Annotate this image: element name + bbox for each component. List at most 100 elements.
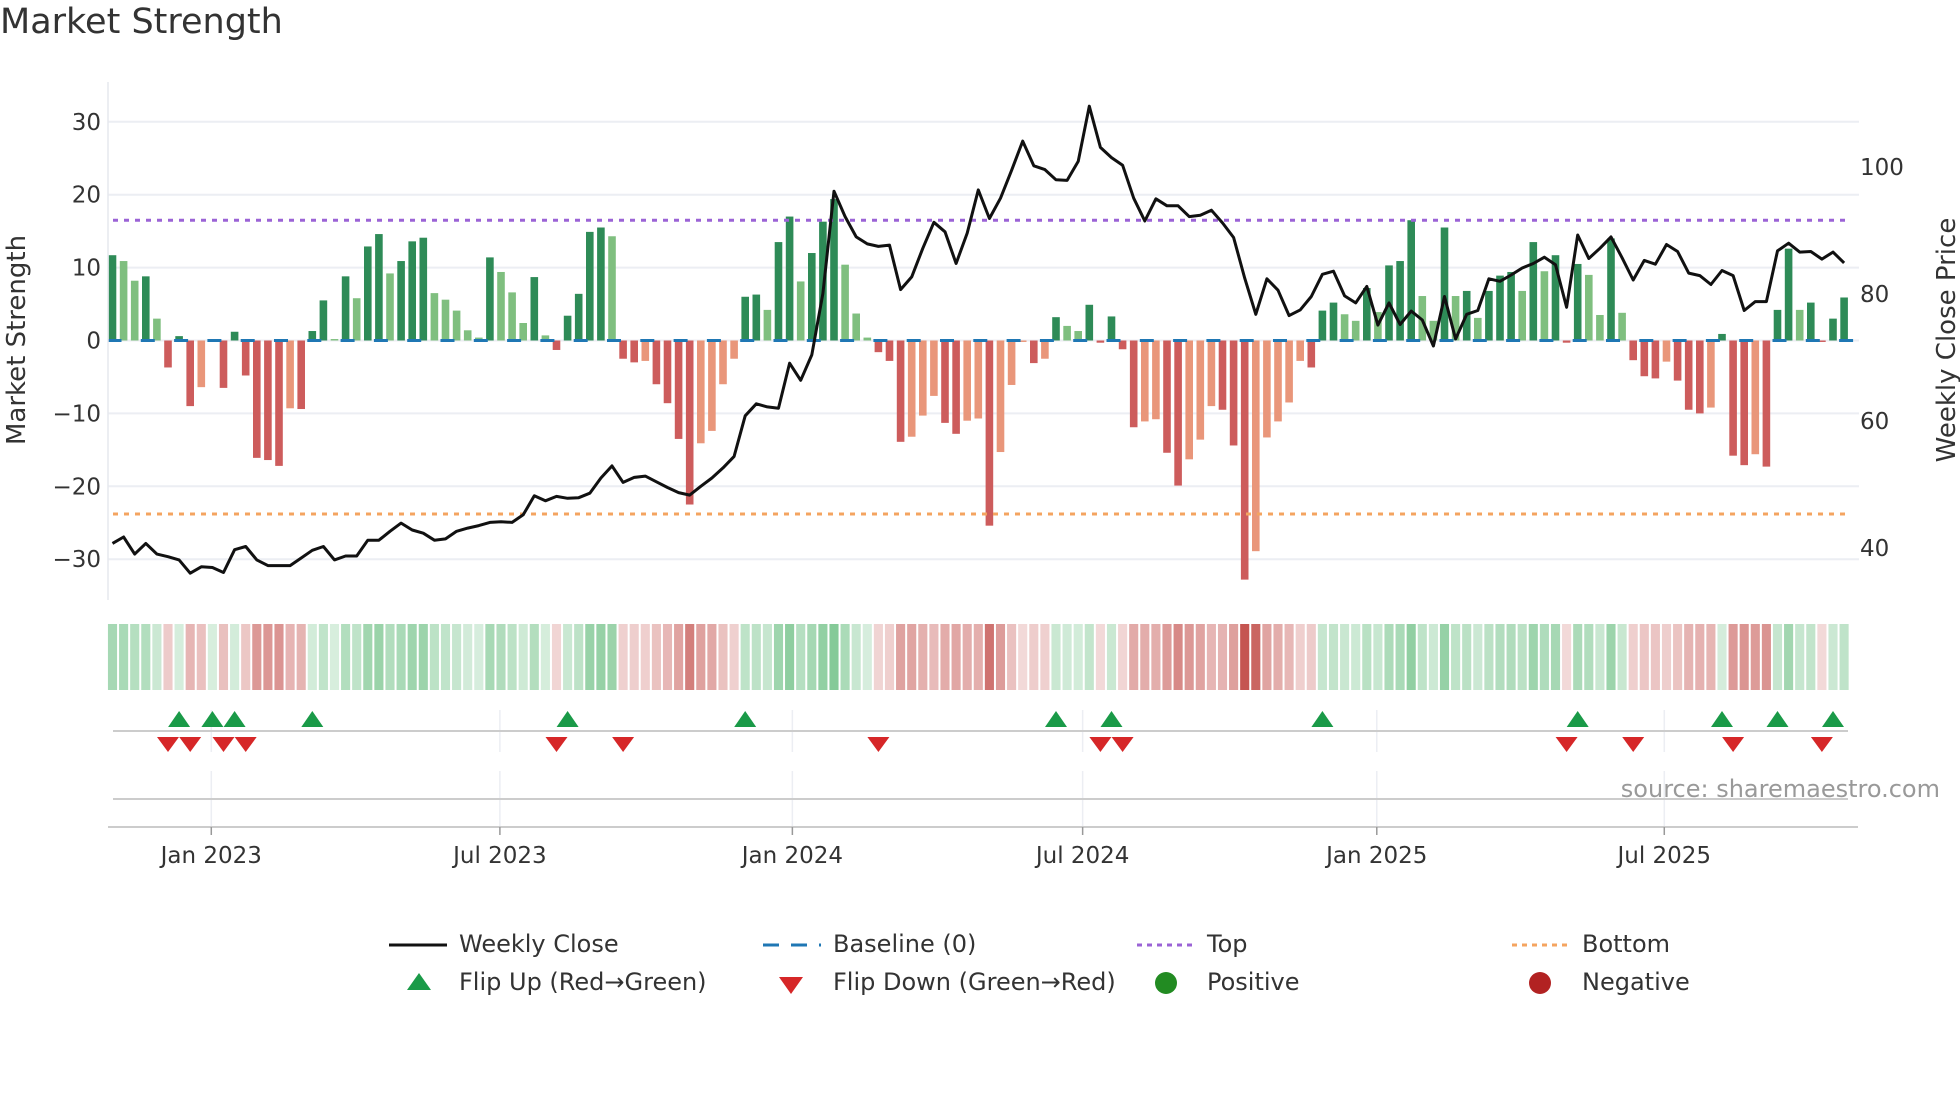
flip-down-marker bbox=[545, 737, 568, 752]
strength-bar bbox=[619, 340, 627, 359]
heat-cell bbox=[452, 624, 462, 690]
heat-cell bbox=[1229, 624, 1239, 690]
strength-bar bbox=[1318, 310, 1327, 341]
flip-up-icon bbox=[407, 973, 431, 990]
strength-bar bbox=[563, 315, 572, 341]
legend-top[interactable]: Top bbox=[1207, 930, 1248, 958]
heat-cell bbox=[241, 624, 251, 690]
strength-bar bbox=[1007, 340, 1016, 385]
strength-bar bbox=[1052, 317, 1060, 341]
heat-cell bbox=[1062, 624, 1072, 690]
strength-bar bbox=[397, 261, 405, 341]
heat-cell bbox=[1328, 624, 1339, 690]
strength-bar bbox=[1285, 340, 1293, 403]
x-tick-label: Jul 2023 bbox=[451, 843, 547, 869]
strength-bar bbox=[341, 276, 350, 341]
legend-negative[interactable]: Negative bbox=[1582, 968, 1690, 996]
x-tick-label: Jan 2025 bbox=[1324, 843, 1427, 869]
heat-cell bbox=[1717, 624, 1727, 690]
heat-cell bbox=[1451, 624, 1461, 690]
y-tick-label: 10 bbox=[72, 256, 101, 282]
strength-bar bbox=[1296, 340, 1304, 361]
strength-bar bbox=[130, 280, 139, 341]
heat-cell bbox=[218, 624, 229, 690]
strength-bar bbox=[885, 340, 894, 361]
strength-bar bbox=[697, 340, 705, 444]
strength-bar bbox=[1662, 340, 1671, 362]
heat-cell bbox=[540, 624, 550, 690]
flip-up-marker bbox=[301, 711, 324, 727]
strength-bar bbox=[1507, 271, 1515, 341]
y2-axis-title: Weekly Close Price bbox=[1932, 218, 1960, 463]
flip-up-marker bbox=[201, 711, 224, 727]
strength-bar bbox=[441, 299, 450, 341]
heat-cell bbox=[1095, 624, 1105, 690]
strength-bar bbox=[586, 231, 594, 341]
strength-bar bbox=[1252, 340, 1260, 552]
legend-flip-down[interactable]: Flip Down (Green→Red) bbox=[833, 968, 1116, 996]
heat-cell bbox=[1262, 624, 1272, 690]
heat-cell bbox=[1584, 624, 1594, 690]
heat-cell bbox=[640, 624, 650, 690]
heat-cell bbox=[862, 624, 872, 690]
strength-bar bbox=[1784, 248, 1793, 341]
strength-bar bbox=[597, 227, 605, 341]
heat-cell bbox=[130, 624, 140, 690]
x-tick-label: Jan 2024 bbox=[740, 843, 843, 869]
strength-bar bbox=[674, 340, 683, 439]
strength-bar bbox=[1229, 340, 1238, 446]
heat-cell bbox=[1639, 624, 1649, 690]
legend-baseline[interactable]: Baseline (0) bbox=[833, 930, 976, 958]
heat-cell bbox=[1739, 624, 1749, 690]
strength-bar bbox=[741, 296, 749, 341]
flip-down-marker bbox=[234, 737, 257, 752]
flip-down-icon bbox=[779, 977, 803, 994]
heat-cell bbox=[1251, 624, 1261, 690]
heat-cell bbox=[1340, 624, 1350, 690]
heat-cell bbox=[740, 624, 750, 690]
flip-up-marker bbox=[1566, 711, 1589, 727]
heat-cell bbox=[485, 624, 495, 690]
heat-cell bbox=[1828, 624, 1838, 690]
strength-bar bbox=[241, 340, 250, 376]
strength-bar bbox=[907, 340, 916, 437]
heat-cell bbox=[1384, 624, 1394, 690]
heat-cell bbox=[1795, 624, 1805, 690]
strength-bar bbox=[1618, 312, 1626, 341]
heat-cell bbox=[1595, 624, 1605, 690]
heat-cell bbox=[1617, 624, 1627, 690]
strength-bar bbox=[1562, 340, 1571, 343]
heat-cell bbox=[707, 624, 717, 690]
negative-dot-icon bbox=[1529, 972, 1551, 994]
heat-cell bbox=[973, 624, 983, 690]
heat-cell bbox=[1362, 624, 1372, 690]
heat-cell bbox=[651, 624, 661, 690]
legend-bottom[interactable]: Bottom bbox=[1582, 930, 1670, 958]
strength-bar bbox=[197, 340, 206, 388]
strength-bar bbox=[352, 298, 361, 341]
heat-cell bbox=[374, 624, 384, 690]
heat-cell bbox=[829, 624, 839, 690]
heat-cell bbox=[1073, 624, 1083, 690]
heat-cell bbox=[1728, 624, 1738, 690]
heat-cell bbox=[1550, 624, 1561, 690]
heat-cell bbox=[1839, 624, 1849, 690]
legend-weekly-close[interactable]: Weekly Close bbox=[459, 930, 619, 958]
y2-tick-label: 60 bbox=[1860, 409, 1889, 435]
strength-bar bbox=[1829, 318, 1837, 341]
y-tick-label: −30 bbox=[52, 547, 101, 573]
strength-bar bbox=[219, 340, 228, 388]
heat-cell bbox=[407, 624, 417, 690]
strength-bar bbox=[630, 340, 638, 363]
legend-positive[interactable]: Positive bbox=[1207, 968, 1300, 996]
strength-bar bbox=[508, 292, 516, 341]
legend-flip-up[interactable]: Flip Up (Red→Green) bbox=[459, 968, 707, 996]
strength-bar bbox=[1340, 314, 1349, 341]
heat-cell bbox=[884, 624, 895, 690]
strength-bar bbox=[253, 340, 261, 458]
heat-cell bbox=[729, 624, 739, 690]
heat-cell bbox=[918, 624, 928, 690]
strength-bar bbox=[1840, 297, 1848, 341]
strength-bar bbox=[1351, 320, 1360, 341]
source-label: source: sharemaestro.com bbox=[1621, 775, 1940, 803]
